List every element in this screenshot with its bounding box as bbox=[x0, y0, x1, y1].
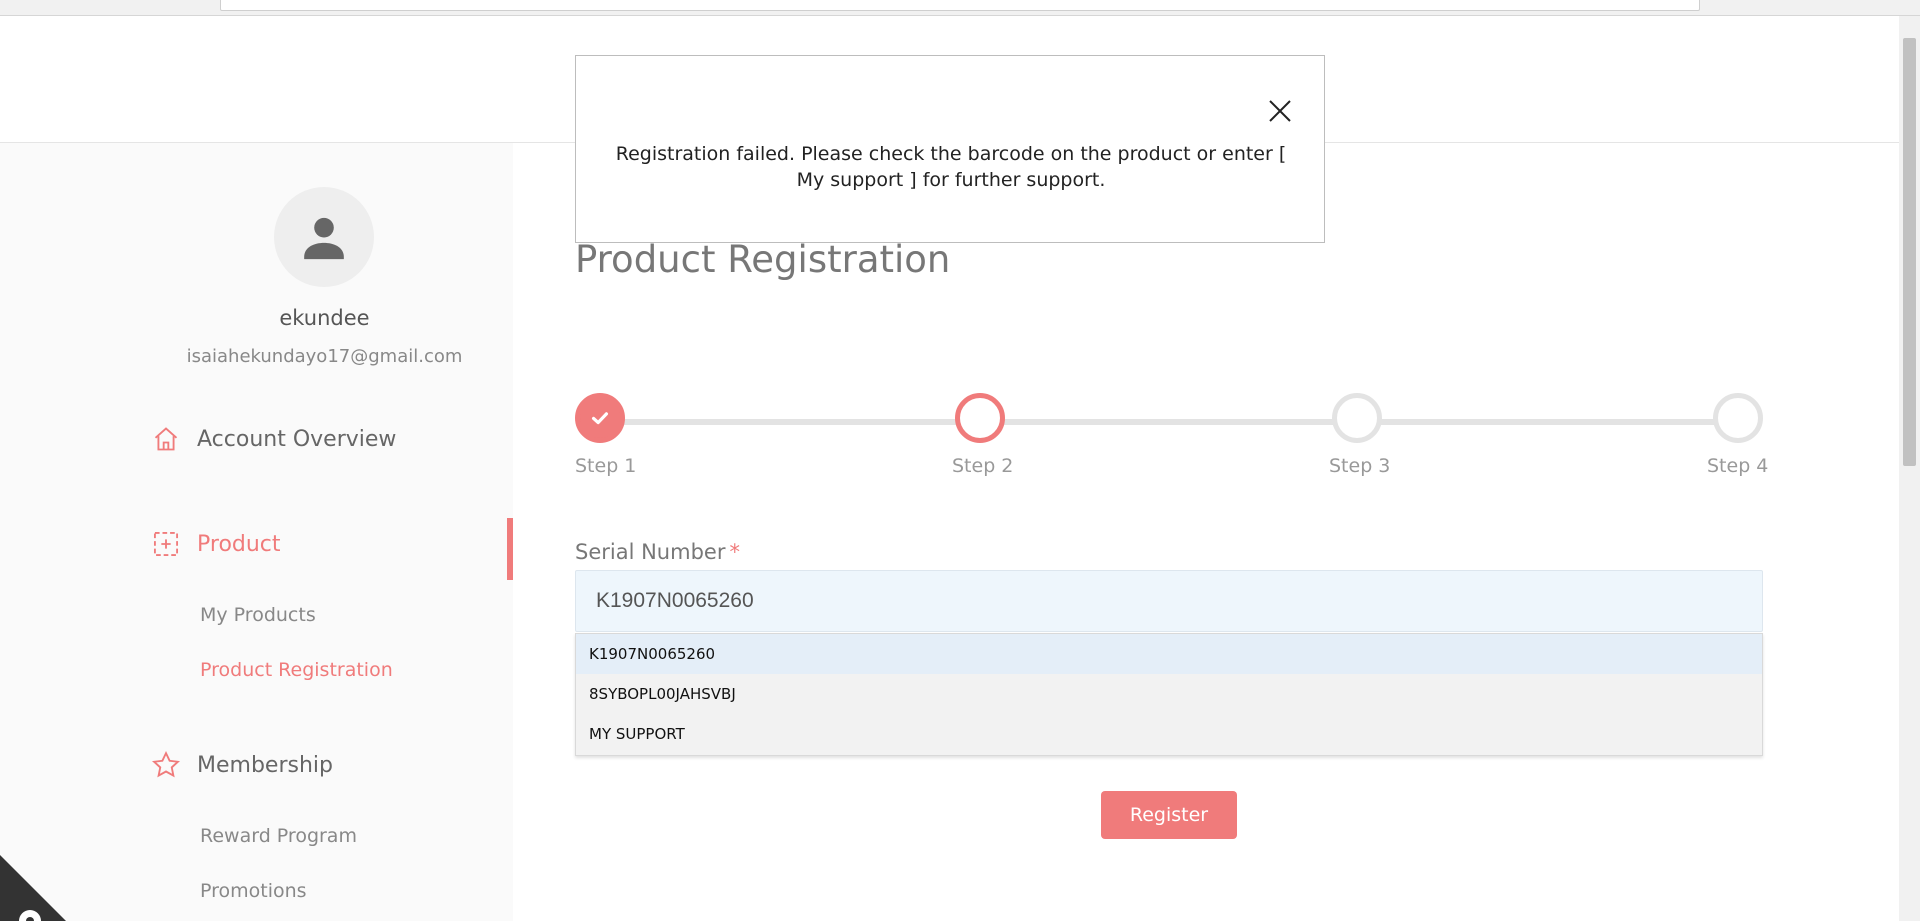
serial-number-label: Serial Number * bbox=[575, 540, 740, 564]
browser-toolbar bbox=[0, 0, 1920, 16]
page-title: Product Registration bbox=[575, 238, 951, 281]
step-label: Step 3 bbox=[1329, 455, 1391, 477]
required-marker: * bbox=[729, 540, 740, 564]
sidebar-item-membership[interactable]: Membership bbox=[150, 749, 333, 781]
address-bar[interactable] bbox=[220, 0, 1700, 11]
sidebar-item-my-products[interactable]: My Products bbox=[200, 604, 316, 626]
sidebar: ekundee isaiahekundayo17@gmail.com Accou… bbox=[0, 143, 513, 921]
product-icon bbox=[150, 528, 182, 560]
autocomplete-option[interactable]: 8SYBOPL00JAHSVBJ bbox=[576, 674, 1762, 714]
step-connector bbox=[620, 419, 960, 425]
step-4-indicator bbox=[1713, 393, 1763, 443]
close-icon[interactable] bbox=[1263, 94, 1297, 128]
settings-corner-icon[interactable] bbox=[0, 855, 66, 921]
avatar[interactable] bbox=[274, 187, 374, 287]
sidebar-item-account-overview[interactable]: Account Overview bbox=[150, 423, 396, 455]
step-connector bbox=[1380, 419, 1720, 425]
autocomplete-option[interactable]: K1907N0065260 bbox=[576, 634, 1762, 674]
step-2-indicator bbox=[955, 393, 1005, 443]
page: ekundee isaiahekundayo17@gmail.com Accou… bbox=[0, 0, 1920, 921]
step-label: Step 2 bbox=[952, 455, 1014, 477]
error-message: Registration failed. Please check the ba… bbox=[615, 143, 1287, 191]
step-connector bbox=[1000, 419, 1340, 425]
step-label: Step 1 bbox=[575, 455, 637, 477]
sidebar-item-label: Product bbox=[197, 531, 281, 557]
sidebar-item-product-registration[interactable]: Product Registration bbox=[200, 659, 393, 681]
home-icon bbox=[150, 423, 182, 455]
serial-number-input[interactable] bbox=[575, 570, 1763, 632]
page-scrollbar[interactable] bbox=[1899, 16, 1920, 921]
sidebar-item-label: Account Overview bbox=[197, 426, 397, 452]
user-icon bbox=[304, 217, 344, 260]
autocomplete-dropdown: K1907N0065260 8SYBOPL00JAHSVBJ MY SUPPOR… bbox=[575, 633, 1763, 756]
sidebar-item-reward-program[interactable]: Reward Program bbox=[200, 825, 357, 847]
sidebar-item-product[interactable]: Product bbox=[150, 528, 281, 560]
step-1-indicator bbox=[575, 393, 625, 443]
step-3-indicator bbox=[1332, 393, 1382, 443]
scrollbar-thumb[interactable] bbox=[1903, 38, 1916, 466]
check-icon bbox=[591, 412, 609, 425]
sidebar-item-label: Membership bbox=[197, 752, 333, 778]
step-label: Step 4 bbox=[1707, 455, 1769, 477]
sidebar-item-promotions[interactable]: Promotions bbox=[200, 880, 307, 902]
error-dialog: Registration failed. Please check the ba… bbox=[575, 55, 1325, 243]
register-button[interactable]: Register bbox=[1101, 791, 1237, 839]
star-icon bbox=[150, 749, 182, 781]
autocomplete-option[interactable]: MY SUPPORT bbox=[576, 714, 1762, 754]
